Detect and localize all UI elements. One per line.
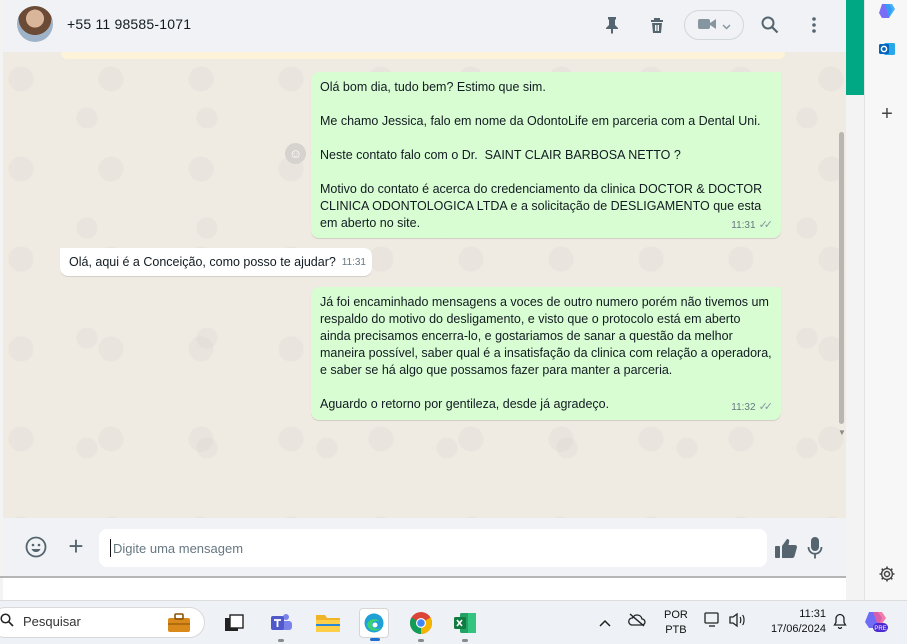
clock-time: 11:31 — [799, 608, 826, 620]
contact-name[interactable]: +55 11 98585-1071 — [67, 16, 191, 32]
chrome-icon[interactable] — [406, 608, 436, 642]
message-text: Aguardo o retorno por gentileza, desde j… — [320, 397, 610, 411]
settings-gear-icon[interactable] — [876, 563, 898, 585]
whatsapp-window-accent — [846, 0, 864, 95]
copilot-pre-icon[interactable]: PRE — [863, 608, 889, 637]
message-text: Olá bom dia, tudo bem? Estimo que sim. — [320, 80, 546, 94]
read-ticks-icon: ✓✓ — [758, 219, 774, 231]
input-language-indicator[interactable]: POR PTB — [664, 608, 688, 638]
smiley-icon: ☺ — [288, 146, 303, 161]
message-text: Neste contato falo com o Dr. SAINT CLAIR… — [320, 148, 681, 162]
contact-avatar[interactable] — [17, 6, 53, 42]
sidebar-panel — [864, 0, 907, 600]
network-icon[interactable] — [704, 612, 722, 631]
emoji-button[interactable] — [25, 536, 47, 558]
message-input[interactable] — [99, 529, 767, 567]
message-bubble-outgoing[interactable]: Já foi encaminhado mensagens a voces de … — [311, 287, 781, 420]
right-sidebar: + — [846, 0, 907, 600]
video-call-button[interactable] — [684, 10, 744, 40]
clock-date: 17/06/2024 — [770, 623, 826, 635]
message-meta: 11:32 ✓✓ — [731, 399, 773, 416]
read-ticks-icon: ✓✓ — [758, 401, 774, 413]
window-bottom-border — [0, 576, 846, 578]
message-time: 11:32 — [731, 402, 756, 413]
emoji-reaction-button[interactable]: ☺ — [285, 143, 306, 164]
message-text: Me chamo Jessica, falo em nome da Odonto… — [320, 114, 761, 128]
message-time: 11:31 — [731, 220, 756, 231]
more-options-icon[interactable] — [801, 12, 827, 38]
pin-icon[interactable] — [599, 12, 625, 38]
message-meta: 11:31 — [342, 254, 366, 271]
keyboard-layout: PTB — [665, 624, 687, 636]
active-indicator — [370, 638, 380, 641]
svg-text:PRE: PRE — [874, 626, 886, 632]
info-banner-edge — [61, 52, 785, 59]
system-clock[interactable]: 11:31 17/06/2024 — [760, 607, 826, 637]
chat-header: +55 11 98585-1071 — [3, 0, 846, 52]
attach-plus-icon[interactable]: + — [64, 533, 88, 559]
message-composer: + — [3, 518, 846, 576]
emoji-icon — [25, 536, 47, 558]
message-list[interactable]: ☺ Olá bom dia, tudo bem? Estimo que sim.… — [3, 52, 846, 518]
message-text: Olá, aqui é a Conceição, como posso te a… — [69, 255, 336, 269]
teams-icon[interactable] — [266, 608, 296, 642]
running-indicator — [462, 639, 468, 642]
cloud-offline-icon[interactable] — [628, 613, 646, 630]
notification-bell-icon[interactable] — [833, 613, 847, 632]
task-view-icon[interactable] — [219, 608, 249, 638]
thumbs-up-icon[interactable] — [774, 537, 798, 559]
chat-window: +55 11 98585-1071 ☺ Olá bom dia, tudo be… — [3, 0, 846, 576]
microphone-icon[interactable] — [807, 536, 823, 560]
message-time: 11:31 — [341, 257, 366, 268]
add-app-plus-icon[interactable]: + — [876, 103, 898, 125]
search-icon[interactable] — [757, 12, 783, 38]
copilot-icon[interactable] — [876, 0, 898, 22]
chevron-down-icon — [721, 18, 731, 33]
text-cursor — [110, 539, 111, 557]
taskbar-search-icon — [0, 613, 14, 632]
message-scrollbar[interactable] — [839, 132, 844, 424]
message-text: Já foi encaminhado mensagens a voces de … — [320, 295, 776, 377]
outlook-icon[interactable] — [876, 38, 898, 60]
message-meta: 11:31 ✓✓ — [731, 217, 773, 234]
message-text: Motivo do contato é acerca do credenciam… — [320, 182, 766, 230]
edge-icon[interactable] — [359, 608, 389, 641]
video-call-icon — [697, 18, 716, 33]
running-indicator — [418, 639, 424, 642]
toolbox-app-icon[interactable] — [164, 608, 194, 638]
trash-icon[interactable] — [644, 12, 670, 38]
message-bubble-incoming[interactable]: Olá, aqui é a Conceição, como posso te a… — [60, 248, 372, 276]
volume-icon[interactable] — [728, 612, 746, 631]
scroll-down-arrow-icon[interactable]: ▼ — [838, 428, 846, 437]
message-bubble-outgoing[interactable]: Olá bom dia, tudo bem? Estimo que sim. M… — [311, 72, 781, 238]
taskbar-search-label: Pesquisar — [23, 614, 81, 629]
windows-taskbar: Pesquisar POR PTB 11:31 17/06/2024 PRE — [0, 600, 907, 644]
show-hidden-icons-chevron-icon[interactable] — [599, 615, 611, 630]
file-explorer-icon[interactable] — [313, 608, 343, 638]
running-indicator — [278, 639, 284, 642]
excel-icon[interactable] — [450, 608, 480, 642]
language-code: POR — [664, 609, 688, 621]
